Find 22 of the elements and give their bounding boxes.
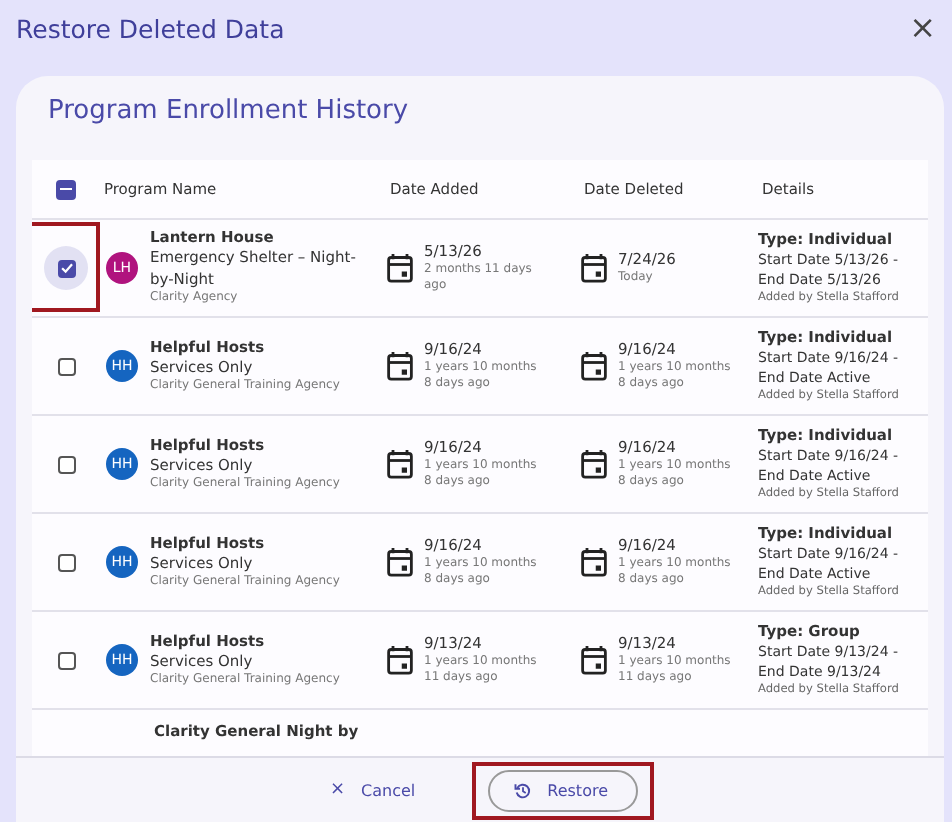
row-checkbox[interactable] <box>57 259 75 277</box>
calendar-icon <box>386 546 414 578</box>
dialog-title: Restore Deleted Data <box>16 13 285 43</box>
calendar-icon <box>386 350 414 382</box>
history-icon <box>513 781 532 799</box>
section-title: Program Enrollment History <box>46 94 411 130</box>
calendar-icon <box>386 644 414 676</box>
close-button[interactable]: × <box>905 12 940 44</box>
select-all-checkbox[interactable] <box>56 179 76 199</box>
calendar-icon <box>580 546 608 578</box>
calendar-icon <box>580 644 608 676</box>
calendar-icon <box>580 448 608 480</box>
row-checkbox[interactable] <box>57 357 75 375</box>
calendar-icon <box>386 448 414 480</box>
calendar-icon <box>580 252 608 284</box>
row-checkbox[interactable] <box>57 553 75 571</box>
calendar-icon <box>386 252 414 284</box>
row-checkbox[interactable] <box>57 651 75 669</box>
row-checkbox[interactable] <box>57 455 75 473</box>
cancel-button[interactable]: × Cancel <box>321 776 424 804</box>
restore-button[interactable]: Restore <box>487 769 638 811</box>
calendar-icon <box>580 350 608 382</box>
